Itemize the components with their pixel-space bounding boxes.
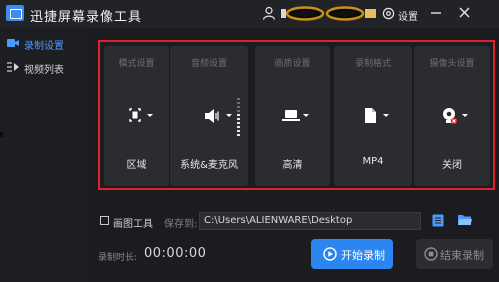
sidebar: 录制设置 视频列表 <box>0 28 90 282</box>
video-camera-icon <box>7 39 19 47</box>
file-list-icon[interactable] <box>432 214 444 227</box>
user-icon[interactable] <box>262 6 276 20</box>
start-recording-button[interactable]: 开始录制 <box>311 239 393 269</box>
draw-tool-checkbox[interactable] <box>100 216 109 225</box>
video-list-icon <box>7 62 19 72</box>
sidebar-handle <box>0 132 3 137</box>
start-recording-label: 开始录制 <box>341 249 385 262</box>
draw-tool-label[interactable]: 画图工具 <box>113 215 153 230</box>
duration-value: 00:00:00 <box>144 246 207 261</box>
settings-gear-icon[interactable] <box>382 7 395 20</box>
close-icon[interactable] <box>458 6 471 19</box>
minimize-icon[interactable] <box>430 7 442 19</box>
duration-label: 录制时长: <box>98 253 138 263</box>
settings-highlight-frame <box>98 40 495 190</box>
stop-icon <box>424 247 438 261</box>
save-path-field[interactable]: C:\Users\ALIENWARE\Desktop <box>199 212 421 230</box>
settings-label[interactable]: 设置 <box>398 8 418 23</box>
stop-recording-label: 结束录制 <box>440 249 484 262</box>
sidebar-item-label: 视频列表 <box>24 65 64 76</box>
sidebar-item-record-settings[interactable]: 录制设置 <box>0 31 90 55</box>
stop-recording-button[interactable]: 结束录制 <box>416 239 493 269</box>
sidebar-item-label: 录制设置 <box>24 41 64 52</box>
sidebar-item-video-list[interactable]: 视频列表 <box>0 55 90 79</box>
app-logo-icon <box>6 5 24 21</box>
record-icon <box>323 247 337 261</box>
username-image[interactable] <box>281 5 376 22</box>
title-bar: 迅捷屏幕录像工具 设置 <box>0 0 499 28</box>
folder-open-icon[interactable] <box>458 214 472 226</box>
save-to-label: 保存到: <box>164 219 198 230</box>
app-title: 迅捷屏幕录像工具 <box>30 10 143 25</box>
